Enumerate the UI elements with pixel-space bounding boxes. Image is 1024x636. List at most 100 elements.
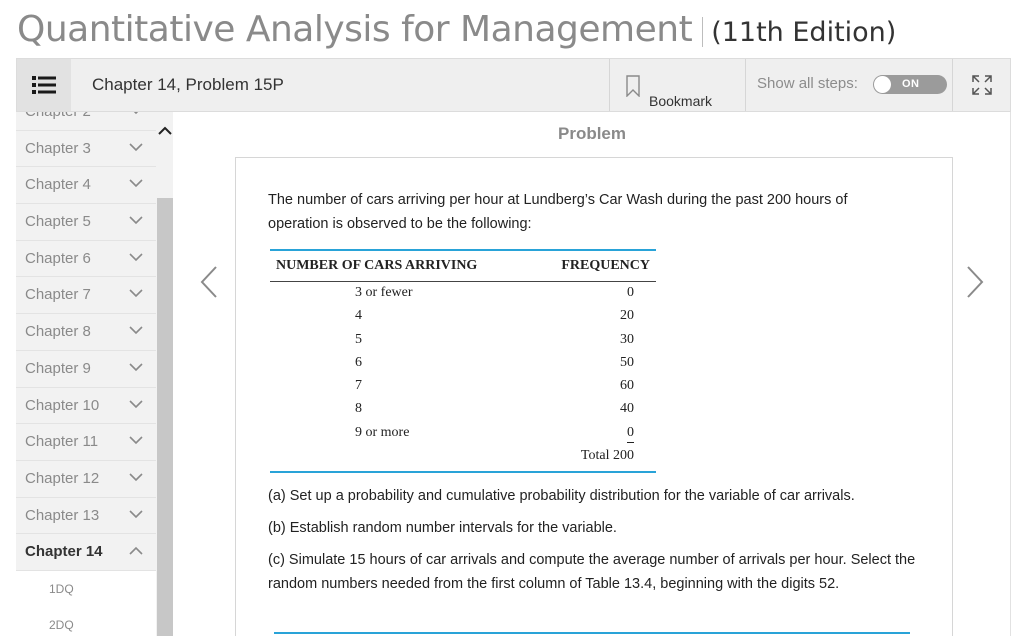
chevron-down-icon (129, 326, 143, 335)
chapter-label: Chapter 3 (25, 139, 91, 157)
problem-heading: Problem (557, 124, 627, 143)
sidebar-item-chapter-2[interactable]: Chapter 2 (16, 112, 156, 131)
chapter-label: Chapter 10 (25, 396, 100, 414)
table-row: 5 30 (270, 329, 656, 352)
chevron-right-icon[interactable] (965, 265, 985, 299)
sidebar-item-chapter-9[interactable]: Chapter 9 (16, 351, 156, 388)
table-row: 3 or fewer 0 (270, 282, 656, 305)
chevron-down-icon (129, 289, 143, 298)
chapter-label: Chapter 9 (25, 359, 91, 377)
chapter-label: Chapter 13 (25, 506, 100, 524)
show-all-steps-label: Show all steps: (757, 75, 858, 92)
book-title-row: Quantitative Analysis for Management (11… (17, 6, 896, 54)
toc-menu-button[interactable] (17, 59, 71, 111)
bookmark-icon (626, 75, 640, 97)
sidebar-item-chapter-14[interactable]: Chapter 14 (16, 534, 156, 571)
bookmark-label: Bookmark (649, 93, 713, 109)
sidebar-item-chapter-4[interactable]: Chapter 4 (16, 167, 156, 205)
show-all-steps-toggle[interactable]: ON (873, 75, 947, 94)
sidebar-item-chapter-12[interactable]: Chapter 12 (16, 461, 156, 498)
chapter-label: Chapter 11 (25, 433, 99, 451)
table-row: 8 40 (270, 398, 656, 421)
sidebar-item-chapter-11[interactable]: Chapter 11 (16, 424, 156, 461)
chapter-label: Chapter 14 (25, 543, 103, 561)
table-row: 6 50 (270, 352, 656, 375)
frequency-cell: 50 (620, 354, 634, 370)
toggle-state-text: ON (902, 78, 920, 90)
chevron-down-icon (129, 509, 143, 518)
table-header-row: NUMBER OF CARS ARRIVING FREQUENCY (270, 251, 656, 282)
chevron-left-icon[interactable] (199, 265, 219, 299)
question-b: (b) Establish random number intervals fo… (268, 520, 617, 536)
chevron-down-icon (133, 112, 139, 115)
table-total-row: Total 200 (270, 445, 656, 471)
frequency-cell: 60 (620, 378, 634, 394)
content-bottom-rule (274, 632, 910, 634)
chapter-label: Chapter 5 (25, 213, 91, 231)
cars-cell: 4 (355, 308, 362, 324)
chapter-sidebar: Chapter 2 Chapter 3 Chapter 4 Chapter 5 … (16, 112, 173, 636)
sidebar-item-chapter-7[interactable]: Chapter 7 (16, 277, 156, 315)
chevron-down-icon (129, 473, 143, 482)
cars-cell: 3 or fewer (355, 285, 413, 300)
frequency-cell: 30 (620, 331, 634, 347)
frequency-cell: 20 (620, 308, 634, 324)
sidebar-item-chapter-8[interactable]: Chapter 8 (16, 314, 156, 351)
chevron-up-icon (129, 547, 143, 555)
title-divider (702, 17, 704, 47)
table-row: 7 60 (270, 375, 656, 398)
question-c: (c) Simulate 15 hours of car arrivals an… (268, 552, 916, 592)
chevron-down-icon (129, 253, 143, 261)
toggle-knob (874, 76, 891, 93)
chevron-down-icon (129, 436, 143, 445)
chapter-label: Chapter 12 (25, 469, 100, 487)
cars-cell: 8 (355, 401, 362, 417)
cars-cell: 6 (355, 354, 362, 370)
sidebar-item-chapter-5[interactable]: Chapter 5 (16, 204, 156, 241)
chevron-down-icon (129, 143, 143, 151)
cars-cell: 5 (355, 331, 362, 347)
question-a: (a) Set up a probability and cumulative … (268, 488, 855, 504)
fullscreen-button[interactable] (952, 59, 1010, 111)
problem-intro-text: The number of cars arriving per hour at … (268, 192, 848, 232)
sidebar-subitem-2dq[interactable]: 2DQ (16, 607, 156, 636)
sidebar-subitem-1dq[interactable]: 1DQ (16, 570, 156, 608)
expand-arrows-icon (971, 75, 992, 95)
table-row: 4 20 (270, 305, 656, 328)
chevron-down-icon (129, 399, 143, 408)
column-header-frequency: FREQUENCY (561, 258, 650, 273)
table-row: 9 or more 0 (270, 422, 656, 445)
scroll-up-arrow-icon[interactable] (158, 126, 172, 136)
sidebar-item-chapter-3[interactable]: Chapter 3 (16, 131, 156, 168)
chevron-down-icon (129, 216, 143, 225)
chevron-down-icon (129, 363, 143, 371)
chapter-label: Chapter 4 (25, 176, 91, 194)
chapter-label: Chapter 2 (25, 112, 91, 130)
book-edition: (11th Edition) (711, 17, 897, 48)
frequency-cell: 0 (627, 425, 634, 443)
car-arrivals-table: NUMBER OF CARS ARRIVING FREQUENCY 3 or f… (270, 249, 656, 474)
chapter-label: Chapter 6 (25, 249, 91, 267)
chevron-down-icon (129, 179, 143, 188)
problem-content-box: The number of cars arriving per hour at … (235, 157, 953, 636)
book-title: Quantitative Analysis for Management (17, 9, 693, 50)
sidebar-item-chapter-6[interactable]: Chapter 6 (16, 241, 156, 278)
cars-cell: 7 (355, 378, 362, 394)
column-header-cars: NUMBER OF CARS ARRIVING (276, 258, 478, 273)
subitem-label: 2DQ (49, 618, 74, 633)
sidebar-item-chapter-10[interactable]: Chapter 10 (16, 388, 156, 425)
chapter-list: Chapter 2 Chapter 3 Chapter 4 Chapter 5 … (16, 112, 156, 636)
chapter-problem-title: Chapter 14, Problem 15P (92, 75, 284, 94)
chapter-label: Chapter 7 (25, 286, 91, 304)
problem-header-bar: Chapter 14, Problem 15P Bookmark Show al… (16, 58, 1011, 112)
sidebar-item-chapter-13[interactable]: Chapter 13 (16, 498, 156, 535)
frequency-cell: 40 (620, 401, 634, 417)
bookmark-button[interactable]: Bookmark (609, 59, 745, 111)
chapter-label: Chapter 8 (25, 323, 91, 341)
total-cell: Total 200 (580, 448, 634, 464)
sidebar-scrollbar-thumb[interactable] (157, 198, 173, 636)
main-content: Problem The number of cars arriving per … (173, 112, 1011, 636)
list-menu-icon (32, 76, 56, 94)
subitem-label: 1DQ (49, 581, 74, 596)
show-all-steps-area: Show all steps: ON (745, 59, 952, 111)
